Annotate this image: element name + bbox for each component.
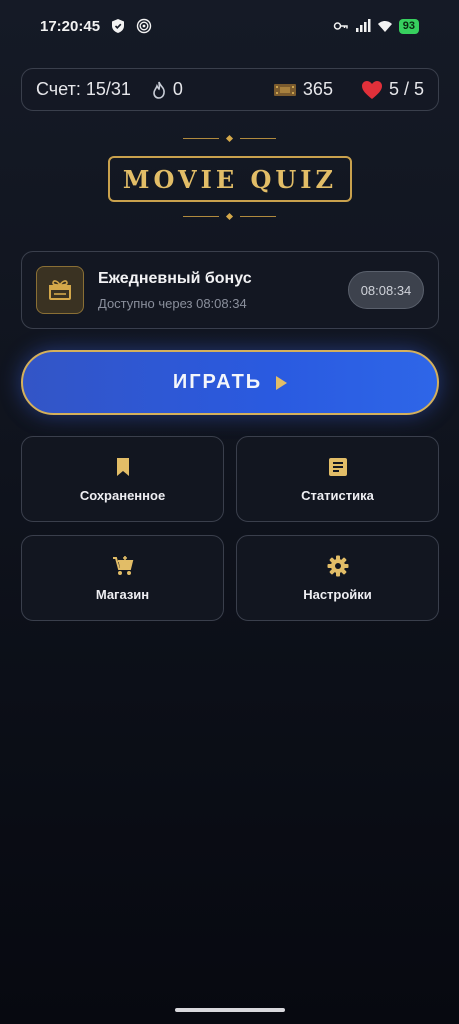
saved-label: Сохраненное [79, 487, 166, 503]
bonus-subtitle: Доступно через 08:08:34 [98, 295, 247, 311]
signal-icon [355, 19, 371, 32]
statistics-button[interactable]: Статистика [236, 436, 439, 522]
settings-label: Настройки [303, 586, 372, 602]
heart-icon [361, 80, 382, 99]
logo-ornament-top [0, 134, 459, 143]
bonus-title: Ежедневный бонус [98, 269, 252, 287]
logo: MOVIE QUIZ [0, 134, 459, 224]
document-icon [328, 457, 347, 476]
tickets-value: 365 [302, 79, 333, 99]
screen: 17:20:45 93 Счет: 15/31 0 365 5 / 5 MOVI… [0, 0, 459, 1024]
lives-stat: 5 / 5 [361, 79, 424, 100]
film-ticket-icon [273, 83, 296, 96]
battery-indicator: 93 [398, 18, 419, 34]
saved-button[interactable]: Сохраненное [21, 436, 224, 522]
logo-ornament-bottom [0, 212, 459, 221]
vpn-target-icon [136, 18, 152, 34]
tickets-stat: 365 [273, 79, 333, 100]
bookmark-icon [116, 457, 129, 476]
daily-bonus-card[interactable]: Ежедневный бонус Доступно через 08:08:34… [21, 251, 439, 329]
streak-stat: 0 [151, 79, 183, 100]
status-time: 17:20:45 [40, 17, 101, 35]
flame-icon [153, 81, 165, 99]
shop-button[interactable]: Магазин [21, 535, 224, 621]
key-icon [333, 22, 348, 30]
wifi-icon [377, 21, 392, 32]
logo-title: MOVIE QUIZ [108, 156, 352, 202]
shop-label: Магазин [95, 586, 150, 602]
play-icon [276, 375, 288, 390]
settings-button[interactable]: Настройки [236, 535, 439, 621]
stats-bar: Счет: 15/31 0 365 5 / 5 [21, 68, 439, 111]
home-indicator[interactable] [175, 1008, 285, 1012]
gear-icon [327, 555, 348, 576]
statistics-label: Статистика [301, 487, 374, 503]
cart-icon [112, 555, 133, 575]
streak-value: 0 [172, 79, 183, 99]
bonus-timer-button[interactable]: 08:08:34 [348, 271, 424, 309]
play-button[interactable]: ИГРАТЬ [21, 350, 439, 415]
gift-icon [36, 266, 84, 314]
score-label: Счет: 15/31 [36, 79, 131, 99]
shield-icon [112, 19, 125, 33]
lives-value: 5 / 5 [388, 79, 424, 99]
status-bar: 17:20:45 93 [0, 0, 459, 52]
play-button-label: ИГРАТЬ [172, 371, 263, 393]
